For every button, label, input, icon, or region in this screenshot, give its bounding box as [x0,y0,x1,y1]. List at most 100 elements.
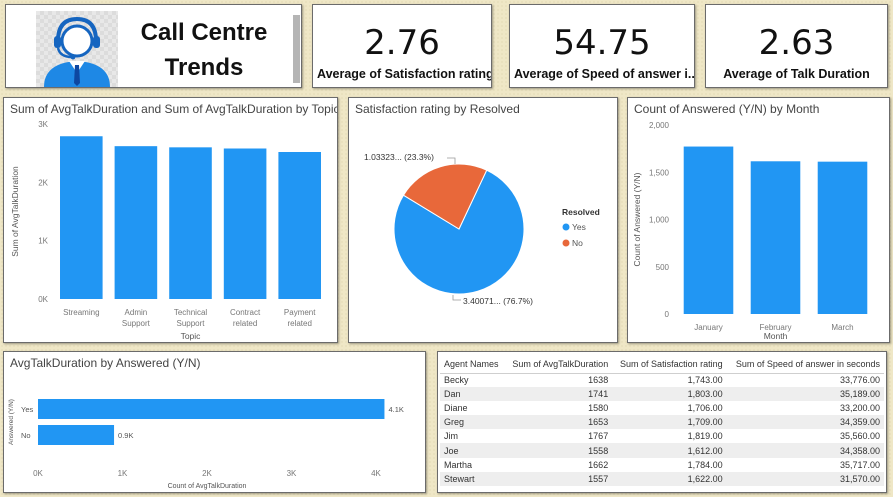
scrollbar[interactable] [293,15,300,83]
call-center-agent-icon [36,11,118,87]
y-tick-label: 2K [38,178,48,187]
y-tick-label: 0 [665,310,670,319]
column-header[interactable]: Agent Names [440,356,505,374]
kpi-value: 2.63 [758,23,835,63]
x-axis-title: Topic [181,331,202,341]
table-cell: 1,706.00 [687,403,723,414]
table-cell: 31,570.00 [726,471,884,486]
y-tick-label: No [21,431,31,440]
x-tick-label: 1K [118,469,128,478]
title-line-1: Call Centre [140,19,268,46]
y-tick-label: 1,500 [649,168,670,177]
column-header[interactable]: Sum of Satisfaction rating [612,356,727,374]
header-card: Call Centre Trends [5,4,302,88]
x-tick-label: 3K [287,469,297,478]
table-cell: 1,784.00 [687,459,723,470]
data-label-yes: 3.40071... (76.7%) [463,296,533,306]
x-tick-label: related [287,319,311,328]
chart-title: AvgTalkDuration by Answered (Y/N) [10,356,201,370]
topic-bar-chart: 0K 1K 2K 3K Streaming Admin Support Technical Su… [10,120,321,341]
table-cell: 1,803.00 [612,387,727,402]
y-axis-title: Count of Answered (Y/N) [632,172,642,266]
legend-label-yes: Yes [572,222,586,232]
table-cell: Jim [444,431,458,442]
table-row: Dan 1741 1,803.00 35,189.00 [440,387,884,402]
y-tick-label: 1,000 [649,216,670,225]
answered-horizontal-bar-chart: 0K 1K 2K 3K 4K Yes 4.1K No 0.9K Count of AvgTalkD… [8,399,404,490]
x-tick-label: Streaming [63,308,99,317]
bar [223,148,267,299]
table-cell: 1557 [504,471,613,486]
table-cell: Martha [444,459,473,470]
bar [38,399,385,419]
table-cell: 33,776.00 [839,375,880,386]
month-bar-chart: 05001,0001,5002,000January February MarchM… [632,121,868,341]
y-tick-label: 500 [656,263,670,272]
table-cell: 1,709.00 [612,415,727,430]
column-header[interactable]: Sum of AvgTalkDuration [504,356,613,374]
x-tick-label: Admin [125,308,148,317]
table-cell: 1,743.00 [687,375,723,386]
x-tick-label: 2K [202,469,212,478]
table-row: Stewart 1557 1,622.00 31,570.00 [440,471,884,486]
table-cell: Becky [444,375,469,386]
y-tick-label: Yes [21,405,33,414]
table-cell: 1638 [588,375,609,386]
table-cell: 1,819.00 [687,431,723,442]
chart-title: Sum of AvgTalkDuration and Sum of AvgTal… [10,102,338,116]
kpi-value: 54.75 [553,23,651,63]
title-line-2: Trends [164,54,244,81]
bar [169,147,212,299]
month-bar-chart-card: Count of Answered (Y/N) by Month 0 500 1,0… [627,97,890,343]
kpi-label: Average of Talk Duration [723,67,870,81]
table-cell: 35,560.00 [839,431,880,442]
bar [60,136,103,299]
table-cell: 34,358.00 [726,443,884,458]
kpi-label: Average of Speed of answer i... [514,67,694,81]
table-row: Jim 1767 1,819.00 35,560.00 [440,429,884,443]
dashboard-title: Call Centre Trends [124,15,284,85]
x-tick-label: Support [176,319,205,328]
y-tick-label: 0K [38,295,48,304]
table-row: Greg 1653 1,709.00 34,359.00 [440,415,884,430]
kpi-card-talk-duration: 2.63 Average of Talk Duration [705,4,888,88]
bar [817,161,868,314]
table-cell: 35,189.00 [726,387,884,402]
x-axis-title: Month [764,331,788,341]
resolved-pie-chart-card: Satisfaction rating by Resolved 3.40071.… [348,97,618,343]
table-cell: 1580 [588,403,609,414]
x-tick-label: related [233,319,257,328]
x-tick-label: 4K [371,469,381,478]
x-tick-label: Contract [230,308,261,317]
x-tick-label: Support [122,319,151,328]
table-cell: 33,200.00 [839,403,880,414]
y-axis-title: Answered (Y/N) [8,399,15,445]
legend-label-no: No [572,238,583,248]
resolved-pie-chart: 3.40071... (76.7%) 1.03323... (23.3%) Reso… [364,152,600,306]
table-cell: 34,359.00 [726,415,884,430]
kpi-label: Average of Satisfaction rating [317,67,491,81]
table-cell: Diane [444,403,468,414]
kpi-value: 2.76 [364,23,440,63]
table-row: Martha 1662 1,784.00 35,717.00 [440,458,884,472]
kpi-card-speed-of-answer: 54.75 Average of Speed of answer i... [509,4,695,88]
x-tick-label: January [694,323,722,332]
y-tick-label: 1K [38,237,48,246]
bar [38,425,115,445]
data-label: 0.9K [118,431,133,440]
table-cell: Joe [440,443,505,458]
y-axis-title: Sum of AvgTalkDuration [10,166,20,257]
topic-bar-chart-card: Sum of AvgTalkDuration and Sum of AvgTal… [3,97,338,343]
column-header[interactable]: Sum of Speed of answer in seconds [726,356,884,374]
data-label: 4.1K [388,405,403,414]
x-tick-label: March [831,323,853,332]
table-row: Becky 1638 1,743.00 33,776.00 [440,373,884,387]
table-cell: 1653 [504,415,613,430]
x-tick-label: Payment [284,308,316,317]
bar [750,161,801,314]
bar [278,152,321,299]
chart-title: Count of Answered (Y/N) by Month [634,102,820,116]
legend-marker-no [562,239,570,247]
table-row: Joe 1558 1,612.00 34,358.00 [440,443,884,458]
answered-bar-chart-card: AvgTalkDuration by Answered (Y/N) 0K 1K 2K… [3,351,426,493]
